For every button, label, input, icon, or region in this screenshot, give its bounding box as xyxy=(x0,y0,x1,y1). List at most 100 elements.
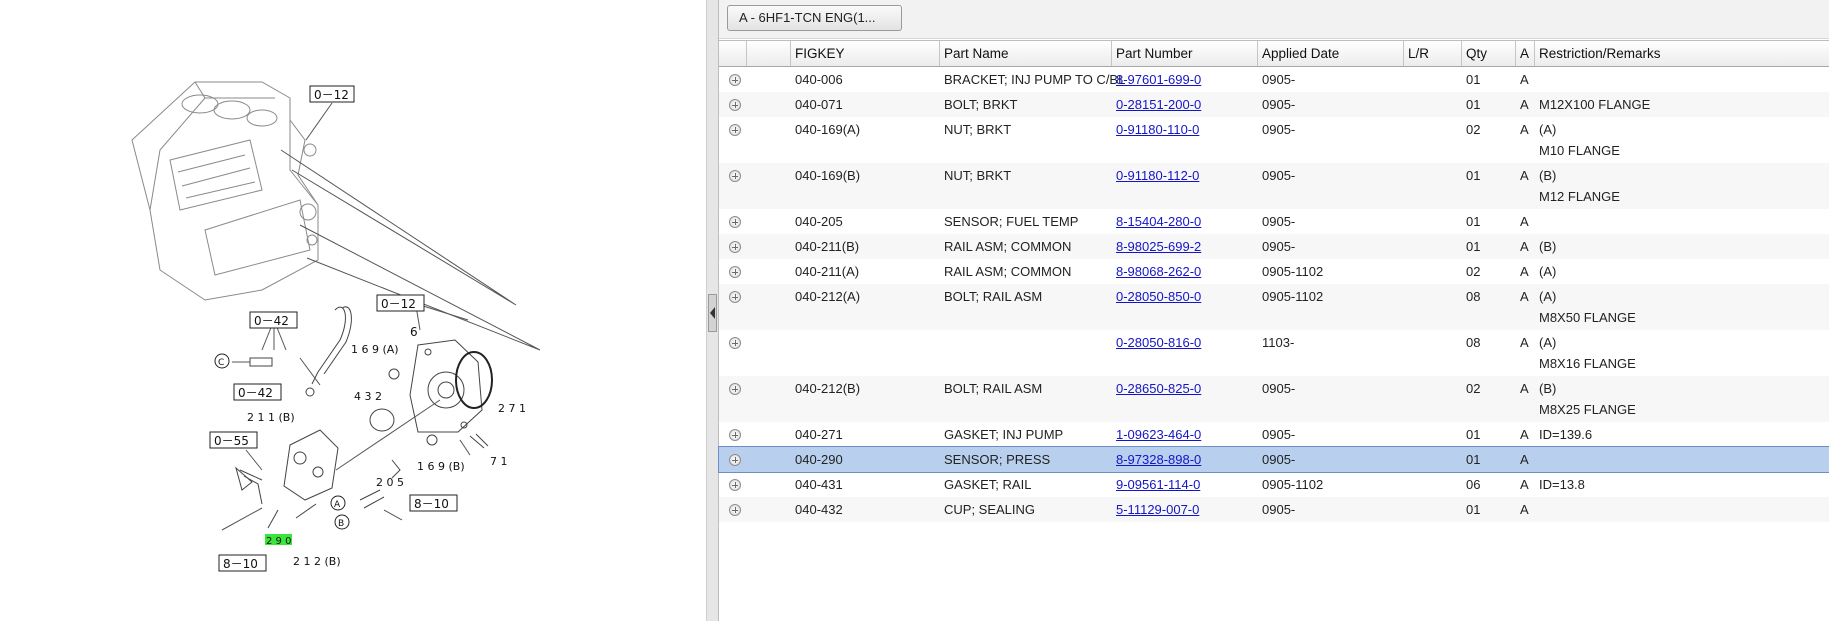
table-row[interactable]: 040-431 GASKET; RAIL 9-09561-114-0 0905-110… xyxy=(719,472,1829,497)
part-number-link[interactable]: 8-97601-699-0 xyxy=(1116,71,1201,88)
expand-row-icon[interactable] xyxy=(729,170,741,182)
applied-date-cell: 0905- xyxy=(1262,502,1296,517)
part-number-link[interactable]: 5-11129-007-0 xyxy=(1116,501,1199,518)
expand-row-icon[interactable] xyxy=(729,383,741,395)
part-number-link[interactable]: 8-97328-898-0 xyxy=(1116,451,1201,468)
part-number-link[interactable]: 0-91180-112-0 xyxy=(1116,167,1199,184)
expand-row-icon[interactable] xyxy=(729,216,741,228)
table-row[interactable]: 040-205 SENSOR; FUEL TEMP 8-15404-280-0 090… xyxy=(719,209,1829,234)
figkey-cell: 040-169(A) xyxy=(795,122,861,137)
remarks-cell-line2: M12 FLANGE xyxy=(1539,189,1620,204)
figkey-cell: 040-205 xyxy=(795,214,843,229)
label-205[interactable]: 2 0 5 xyxy=(376,476,404,489)
a-cell: A xyxy=(1520,477,1529,492)
label-211b[interactable]: 2 1 1 (B) xyxy=(247,411,295,424)
expand-row-icon[interactable] xyxy=(729,291,741,303)
remarks-cell: (A) xyxy=(1539,289,1557,304)
col-part-number[interactable]: Part Number xyxy=(1112,41,1258,66)
exploded-parts-diagram[interactable]: 0－12 0－12 0－42 0－42 0－55 8－10 8－10 6 1 6… xyxy=(0,0,706,621)
col-a[interactable]: A xyxy=(1516,41,1535,66)
col-figkey[interactable]: FIGKEY xyxy=(791,41,940,66)
engine-model-selector[interactable]: A - 6HF1-TCN ENG(1... xyxy=(727,5,902,31)
collapse-pane-handle[interactable] xyxy=(708,294,717,332)
label-6[interactable]: 6 xyxy=(410,325,418,339)
part-number-link[interactable]: 0-28050-816-0 xyxy=(1116,334,1201,351)
expand-row-icon[interactable] xyxy=(729,479,741,491)
table-row[interactable]: 040-169(B) NUT; BRKT 0-91180-112-0 0905- 01 A… xyxy=(719,163,1829,209)
col-qty[interactable]: Qty xyxy=(1462,41,1516,66)
part-number-link[interactable]: 9-09561-114-0 xyxy=(1116,476,1200,493)
col-applied-date[interactable]: Applied Date xyxy=(1258,41,1404,66)
part-number-link[interactable]: 0-28050-850-0 xyxy=(1116,288,1201,305)
expand-row-icon[interactable] xyxy=(729,504,741,516)
table-row[interactable]: 040-211(A) RAIL ASM; COMMON 8-98068-262-0 0… xyxy=(719,259,1829,284)
applied-date-cell: 0905- xyxy=(1262,381,1296,396)
expand-row-icon[interactable] xyxy=(729,429,741,441)
part-name-cell: BOLT; BRKT xyxy=(944,97,1018,112)
callout-0-12-mid[interactable]: 0－12 xyxy=(381,297,416,311)
part-number-link[interactable]: 0-28650-825-0 xyxy=(1116,380,1201,397)
applied-date-cell: 0905-1102 xyxy=(1262,477,1324,492)
table-row[interactable]: 040-271 GASKET; INJ PUMP 1-09623-464-0 0905… xyxy=(719,422,1829,447)
label-169b[interactable]: 1 6 9 (B) xyxy=(417,460,465,473)
expand-row-icon[interactable] xyxy=(729,266,741,278)
expand-row-icon[interactable] xyxy=(729,241,741,253)
qty-cell: 02 xyxy=(1466,381,1481,396)
qty-cell: 01 xyxy=(1466,168,1481,183)
pane-splitter[interactable] xyxy=(706,0,719,621)
a-cell: A xyxy=(1520,335,1529,350)
qty-cell: 08 xyxy=(1466,289,1481,304)
a-cell: A xyxy=(1520,97,1529,112)
part-number-link[interactable]: 8-98068-262-0 xyxy=(1116,263,1201,280)
label-212b[interactable]: 2 1 2 (B) xyxy=(293,555,341,568)
table-row[interactable]: 0-28050-816-0 1103- 08 A (A) M8X16 FLANGE xyxy=(719,330,1829,376)
part-name-cell: GASKET; INJ PUMP xyxy=(944,427,1064,442)
part-number-link[interactable]: 1-09623-464-0 xyxy=(1116,426,1201,443)
table-row[interactable]: 040-071 BOLT; BRKT 0-28151-200-0 0905- 01 A M1… xyxy=(719,92,1829,117)
expand-row-icon[interactable] xyxy=(729,454,741,466)
expand-row-icon[interactable] xyxy=(729,124,741,136)
callout-0-42-a[interactable]: 0－42 xyxy=(254,314,289,328)
applied-date-cell: 0905- xyxy=(1262,214,1296,229)
label-169a[interactable]: 1 6 9 (A) xyxy=(351,343,399,356)
col-part-name[interactable]: Part Name xyxy=(940,41,1112,66)
table-row[interactable]: 040-432 CUP; SEALING 5-11129-007-0 0905- 01 A xyxy=(719,497,1829,522)
part-number-link[interactable]: 0-91180-110-0 xyxy=(1116,121,1199,138)
table-row[interactable]: 040-169(A) NUT; BRKT 0-91180-110-0 0905- 02 A… xyxy=(719,117,1829,163)
remarks-cell-line2: M8X50 FLANGE xyxy=(1539,310,1636,325)
part-name-cell: RAIL ASM; COMMON xyxy=(944,264,1072,279)
callout-0-12-top[interactable]: 0－12 xyxy=(314,88,349,102)
col-lr[interactable]: L/R xyxy=(1404,41,1462,66)
callout-0-55[interactable]: 0－55 xyxy=(214,434,249,448)
label-271[interactable]: 2 7 1 xyxy=(498,402,526,415)
expand-row-icon[interactable] xyxy=(729,99,741,111)
figkey-cell: 040-271 xyxy=(795,427,843,442)
part-number-link[interactable]: 8-15404-280-0 xyxy=(1116,213,1201,230)
callout-8-10-b[interactable]: 8－10 xyxy=(223,557,258,571)
expand-row-icon[interactable] xyxy=(729,74,741,86)
label-71[interactable]: 7 1 xyxy=(490,455,508,468)
part-number-link[interactable]: 0-28151-200-0 xyxy=(1116,96,1201,113)
remarks-cell: (A) xyxy=(1539,335,1557,350)
callout-0-42-b[interactable]: 0－42 xyxy=(238,386,273,400)
table-row[interactable]: 040-212(B) BOLT; RAIL ASM 0-28650-825-0 090… xyxy=(719,376,1829,422)
table-row[interactable]: 040-006 BRACKET; INJ PUMP TO C/BL 8-97601-… xyxy=(719,67,1829,92)
col-expand[interactable] xyxy=(719,41,747,66)
table-row[interactable]: 040-211(B) RAIL ASM; COMMON 8-98025-699-2 0… xyxy=(719,234,1829,259)
marker-a: A xyxy=(334,500,341,510)
qty-cell: 01 xyxy=(1466,239,1481,254)
figkey-cell: 040-290 xyxy=(795,452,843,467)
part-name-cell: BRACKET; INJ PUMP TO C/BL xyxy=(944,72,1126,87)
callout-8-10-a[interactable]: 8－10 xyxy=(414,497,449,511)
table-row[interactable]: 040-212(A) BOLT; RAIL ASM 0-28050-850-0 090… xyxy=(719,284,1829,330)
a-cell: A xyxy=(1520,122,1529,137)
label-432[interactable]: 4 3 2 xyxy=(354,390,382,403)
part-name-cell: NUT; BRKT xyxy=(944,122,1012,137)
col-remarks[interactable]: Restriction/Remarks xyxy=(1535,41,1829,66)
col-blank[interactable] xyxy=(747,41,791,66)
part-number-link[interactable]: 8-98025-699-2 xyxy=(1116,238,1201,255)
table-row[interactable]: 040-290 SENSOR; PRESS 8-97328-898-0 0905- 01… xyxy=(718,446,1829,473)
expand-row-icon[interactable] xyxy=(729,337,741,349)
remarks-cell: (A) xyxy=(1539,264,1557,279)
label-290[interactable]: 2 9 0 xyxy=(266,536,291,547)
